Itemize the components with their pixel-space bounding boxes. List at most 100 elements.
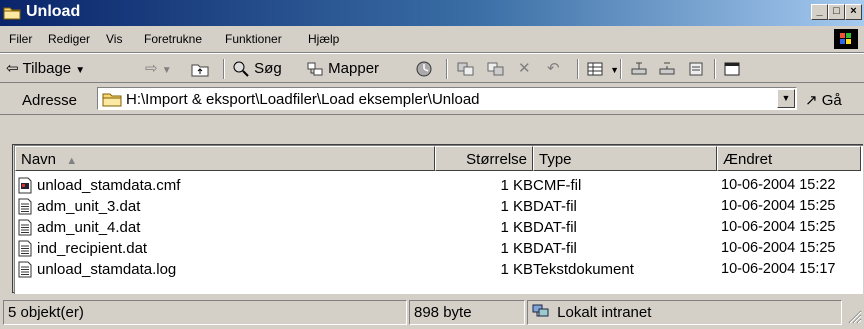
file-modified: 10-06-2004 15:25: [721, 240, 836, 256]
file-size: 1 KB: [500, 198, 533, 215]
file-type: CMF-fil: [533, 177, 582, 194]
map-drive-button[interactable]: [629, 58, 649, 80]
go-arrow-icon: ↗: [805, 92, 818, 109]
file-modified: 10-06-2004 15:25: [721, 198, 836, 214]
disconnect-drive-icon: [659, 62, 675, 75]
close-button[interactable]: ×: [845, 4, 862, 20]
file-size: 1 KB: [500, 219, 533, 236]
file-size: 1 KB: [500, 240, 533, 257]
column-header-type[interactable]: Type: [533, 146, 717, 171]
move-to-button[interactable]: [456, 58, 476, 80]
menu-tools[interactable]: Funktioner: [225, 32, 282, 46]
column-type-label: Type: [539, 151, 572, 168]
up-folder-icon: [191, 64, 209, 77]
status-zone-text: Lokalt intranet: [557, 304, 652, 321]
menu-bar: Filer Rediger Vis Foretrukne Funktioner …: [0, 26, 864, 53]
go-button[interactable]: ↗ Gå: [805, 91, 842, 109]
status-size: 898 byte: [409, 300, 525, 325]
folder-options-button[interactable]: [722, 58, 742, 80]
address-bar: Adresse H:\Import & eksport\Loadfiler\Lo…: [0, 84, 864, 115]
file-name: ind_recipient.dat: [37, 240, 148, 257]
menu-favorites[interactable]: Foretrukne: [144, 32, 202, 46]
back-dropdown-icon[interactable]: ▼: [75, 65, 85, 76]
properties-button[interactable]: [686, 58, 706, 80]
menu-file[interactable]: Filer: [9, 32, 32, 46]
maximize-button[interactable]: □: [828, 4, 845, 20]
file-row[interactable]: adm_unit_3.dat 1 KB DAT-fil 10-06-2004 1…: [15, 196, 861, 217]
file-row[interactable]: unload_stamdata.cmf 1 KB CMF-fil 10-06-2…: [15, 175, 861, 196]
forward-button[interactable]: ⇨ ▼: [145, 58, 172, 80]
status-bar: 5 objekt(er) 898 byte Lokalt intranet: [0, 296, 864, 329]
file-size: 1 KB: [500, 177, 533, 194]
undo-button[interactable]: ↶: [547, 58, 560, 80]
back-label: Tilbage: [22, 60, 72, 77]
file-row[interactable]: adm_unit_4.dat 1 KB DAT-fil 10-06-2004 1…: [15, 217, 861, 238]
intranet-zone-icon: [532, 304, 549, 317]
window-title: Unload: [26, 3, 81, 20]
move-to-icon: [457, 62, 474, 76]
standard-toolbar: ⇦ Tilbage ▼ ⇨ ▼ Søg Mapper ✕ ↶ ▼: [0, 53, 864, 83]
file-row[interactable]: unload_stamdata.log 1 KB Tekstdokument 1…: [15, 259, 861, 280]
file-name: unload_stamdata.log: [37, 261, 177, 278]
address-label: Adresse: [22, 92, 78, 109]
map-drive-icon: [631, 62, 647, 75]
toolbar-separator: [577, 59, 579, 79]
text-file-icon: [18, 240, 32, 257]
address-dropdown-button[interactable]: ▼: [777, 89, 795, 108]
menu-view[interactable]: Vis: [106, 32, 122, 46]
column-header: Navn ▲ Størrelse Type Ændret: [15, 146, 863, 172]
status-object-count: 5 objekt(er): [3, 300, 407, 325]
title-bar[interactable]: Unload _ □ ×: [0, 0, 864, 26]
status-zone: Lokalt intranet: [527, 300, 842, 325]
column-header-size[interactable]: Størrelse: [435, 146, 533, 171]
address-value: H:\Import & eksport\Loadfiler\Load eksem…: [126, 91, 480, 108]
history-icon: [416, 61, 432, 77]
column-header-name[interactable]: Navn ▲: [15, 146, 435, 171]
views-dropdown-icon[interactable]: ▼: [610, 65, 619, 75]
toolbar-separator: [620, 59, 622, 79]
disconnect-drive-button[interactable]: [657, 58, 677, 80]
windows-logo-icon: [834, 29, 858, 49]
status-size-text: 898 byte: [414, 304, 472, 321]
text-file-icon: [18, 198, 32, 215]
delete-button[interactable]: ✕: [518, 58, 531, 80]
menu-edit[interactable]: Rediger: [48, 32, 90, 46]
up-folder-button[interactable]: [191, 58, 209, 80]
folders-label: Mapper: [328, 60, 380, 77]
views-button[interactable]: ▼: [586, 58, 619, 80]
copy-to-button[interactable]: [486, 58, 506, 80]
views-icon: [587, 62, 603, 76]
column-size-label: Størrelse: [466, 151, 527, 168]
folder-icon: [3, 7, 21, 20]
file-modified: 10-06-2004 15:17: [721, 261, 836, 277]
history-button[interactable]: [414, 58, 434, 80]
file-name: adm_unit_4.dat: [37, 219, 141, 236]
search-button[interactable]: Søg: [232, 58, 282, 80]
undo-icon: ↶: [547, 60, 560, 77]
toolbar-separator: [714, 59, 716, 79]
toolbar-separator: [446, 59, 448, 79]
sort-ascending-icon: ▲: [66, 155, 78, 167]
folders-button[interactable]: Mapper: [306, 58, 379, 80]
column-header-modified[interactable]: Ændret: [717, 146, 861, 171]
delete-icon: ✕: [518, 60, 531, 77]
back-arrow-icon: ⇦: [6, 60, 19, 77]
file-row[interactable]: ind_recipient.dat 1 KB DAT-fil 10-06-200…: [15, 238, 861, 259]
file-modified: 10-06-2004 15:25: [721, 219, 836, 235]
cmf-file-icon: [18, 177, 32, 194]
properties-icon: [689, 62, 703, 76]
menu-help[interactable]: Hjælp: [308, 32, 339, 46]
search-label: Søg: [254, 60, 282, 77]
toolbar-separator: [223, 59, 225, 79]
forward-arrow-icon: ⇨: [145, 60, 158, 77]
address-input[interactable]: H:\Import & eksport\Loadfiler\Load eksem…: [97, 87, 797, 110]
search-icon: [233, 61, 249, 77]
minimize-button[interactable]: _: [811, 4, 828, 20]
folders-icon: [307, 62, 323, 76]
file-modified: 10-06-2004 15:22: [721, 177, 836, 193]
explorer-window: Unload _ □ × Filer Rediger Vis Foretrukn…: [0, 0, 864, 329]
file-type: DAT-fil: [533, 219, 577, 236]
resize-grip-icon[interactable]: [846, 308, 862, 324]
back-button[interactable]: ⇦ Tilbage ▼: [6, 58, 85, 80]
forward-dropdown-icon[interactable]: ▼: [162, 65, 172, 76]
